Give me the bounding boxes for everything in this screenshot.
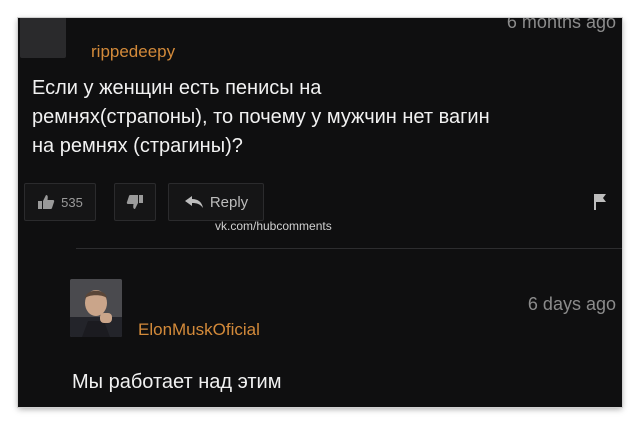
comment-username[interactable]: rippedeepy	[91, 42, 175, 62]
comment-timestamp: 6 days ago	[527, 294, 616, 314]
reply-button[interactable]: Reply	[168, 183, 264, 221]
comment-text: Мы работает над этим	[72, 371, 282, 393]
dislike-button[interactable]	[114, 183, 156, 221]
like-button[interactable]: 535	[24, 183, 96, 221]
reply-label: Reply	[209, 193, 249, 211]
comment-text: Если у женщин есть пенисы на ремнях(стра…	[32, 77, 490, 157]
avatar[interactable]	[70, 279, 122, 337]
avatar[interactable]	[20, 18, 66, 58]
like-count: 535	[61, 194, 83, 210]
flag-button[interactable]	[584, 183, 616, 221]
screenshot-frame: rippedeepy 6 months ago Если у женщин ес…	[18, 18, 622, 407]
reply-arrow-icon	[184, 195, 204, 209]
thumbs-down-icon	[126, 194, 144, 210]
comment-username[interactable]: ElonMuskOficial	[138, 320, 260, 340]
thumbs-up-icon	[37, 194, 55, 210]
divider	[76, 248, 622, 249]
flag-icon	[593, 193, 607, 211]
comment-timestamp: 6 months ago	[506, 18, 616, 32]
watermark: vk.com/hubcomments	[215, 219, 332, 233]
